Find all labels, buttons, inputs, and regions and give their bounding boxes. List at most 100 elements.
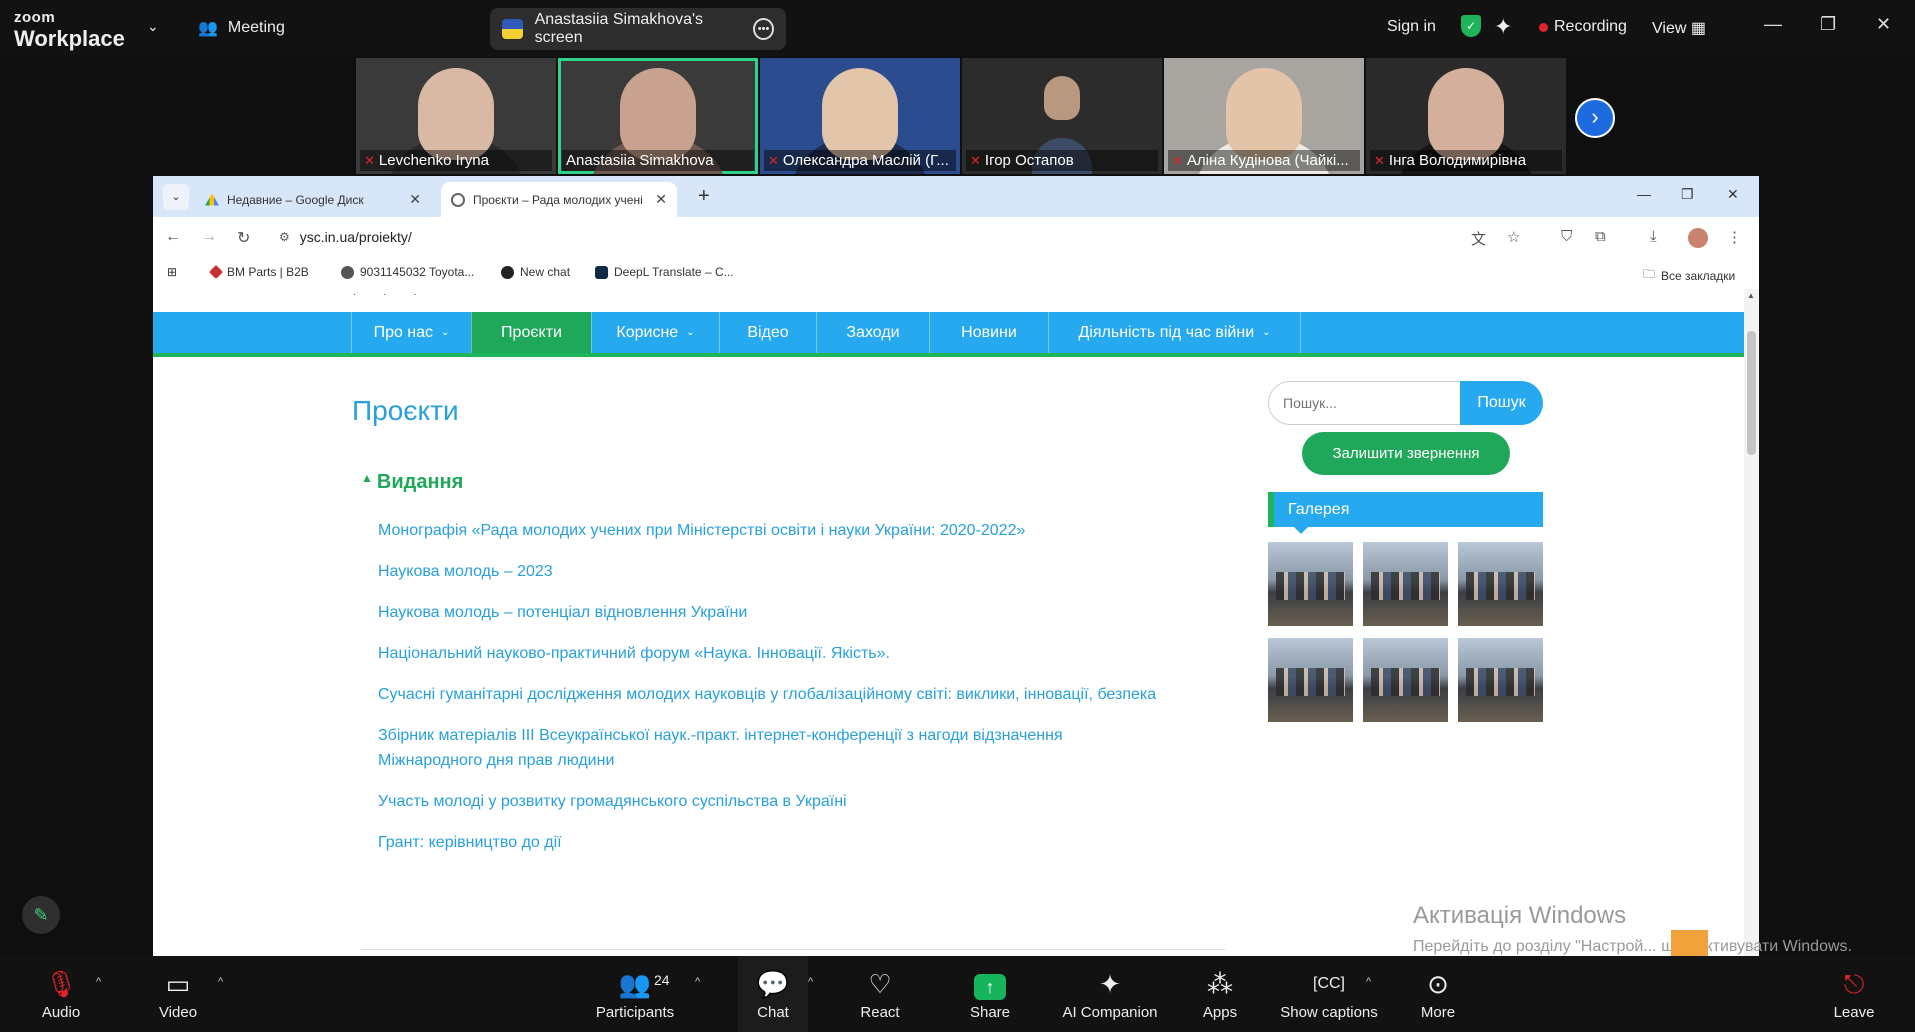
nav-projects[interactable]: Проєкти [471, 312, 591, 353]
participant-tile[interactable]: ✕ Олександра Маслій (Г... [760, 58, 960, 174]
search-button[interactable]: Пошук [1460, 381, 1543, 425]
view-button[interactable]: View ▦ [1652, 18, 1706, 38]
react-button[interactable]: ♡ React [852, 968, 908, 1021]
gallery-photo[interactable] [1363, 542, 1448, 626]
nav-about[interactable]: Про нас ⌄ [351, 312, 471, 353]
list-item[interactable]: Збірник матеріалів ІІІ Всеукраїнської на… [378, 723, 1063, 748]
list-item[interactable]: Монографія «Рада молодих учених при Міні… [378, 518, 1025, 543]
gallery-header: Галерея [1268, 492, 1543, 534]
zoom-toolbar: 🎙 Audio ^ ▭ Video ^ 👥 Participants 24 ^ … [0, 956, 1915, 1032]
close-icon[interactable]: ✕ [1876, 14, 1891, 35]
apps-icon: ⁂ [1207, 969, 1233, 999]
scroll-up-icon[interactable]: ▲ [1747, 291, 1755, 300]
browser-minimize-icon[interactable]: — [1637, 186, 1651, 202]
zoom-top-bar: zoom Workplace ⌄ 👥 Meeting Anastasiia Si… [0, 0, 1915, 56]
apps-button[interactable]: ⁂ Apps [1192, 968, 1248, 1021]
menu-icon[interactable]: ⋮ [1727, 228, 1742, 246]
apps-grid-icon[interactable]: ⊞ [167, 265, 177, 279]
close-tab-icon[interactable]: ✕ [655, 191, 667, 208]
nav-war-activity[interactable]: Діяльність під час війни ⌄ [1048, 312, 1301, 353]
more-button[interactable]: ⊙ More [1410, 968, 1466, 1021]
chevron-down-icon[interactable]: ⌄ [147, 18, 159, 35]
all-bookmarks[interactable]: 🗀 Все закладки [1643, 265, 1735, 286]
more-options-icon[interactable]: ••• [753, 18, 774, 40]
chat-button[interactable]: 💬 Chat [748, 968, 798, 1021]
annotate-pen-icon[interactable]: ✎ [22, 896, 60, 934]
extensions-icon[interactable]: ⧉ [1595, 228, 1606, 245]
bookmark-item[interactable]: BM Parts | B2B [208, 264, 309, 280]
sign-in-button[interactable]: Sign in [1387, 18, 1436, 36]
leave-button[interactable]: ⎋ Leave [1826, 968, 1882, 1021]
extension-shield-icon[interactable]: ⛉ [1561, 228, 1572, 245]
list-item[interactable]: Наукова молодь – 2023 [378, 559, 553, 584]
tab-search-icon[interactable]: ⌄ [163, 184, 189, 210]
tab-projects[interactable]: Проєкти – Рада молодих учені ✕ [441, 182, 677, 217]
list-item[interactable]: Сучасні гуманітарні дослідження молодих … [378, 682, 1156, 707]
bookmark-item[interactable]: DeepL Translate – C... [595, 265, 734, 279]
video-options-caret-icon[interactable]: ^ [218, 976, 223, 988]
tab-google-drive[interactable]: Недавние – Google Диск ✕ [195, 182, 431, 217]
list-item[interactable]: Наукова молодь – потенціал відновлення У… [378, 600, 747, 625]
url-field[interactable]: ⚙ ysc.in.ua/proiekty/ [279, 229, 412, 245]
profile-avatar[interactable] [1688, 228, 1708, 248]
nav-events[interactable]: Заходи [816, 312, 929, 353]
view-label: View [1652, 20, 1687, 37]
contact-button[interactable]: Залишити звернення [1302, 432, 1510, 475]
gallery-photo[interactable] [1268, 542, 1353, 626]
recording-indicator[interactable]: Recording [1539, 18, 1627, 36]
list-item[interactable]: Національний науково-практичний форум «Н… [378, 641, 890, 666]
bookmark-item[interactable]: 9031145032 Toyota... [341, 265, 474, 279]
participant-tile[interactable]: ✕ Інга Володимирівна [1366, 58, 1566, 174]
nav-video[interactable]: Відео [719, 312, 816, 353]
shared-screen-pill[interactable]: Anastasiia Simakhova's screen ••• [490, 8, 786, 50]
participant-name: Аліна Кудінова (Чайкі... [1186, 152, 1349, 169]
security-shield-icon[interactable]: ✓ [1461, 15, 1481, 37]
meeting-menu[interactable]: 👥 Meeting [198, 18, 285, 38]
participant-tile[interactable]: ✕ Аліна Кудінова (Чайкі... [1164, 58, 1364, 174]
leave-door-icon: ⎋ [1843, 969, 1865, 999]
reload-icon[interactable]: ↻ [237, 228, 250, 248]
participant-tile-active-speaker[interactable]: Anastasiia Simakhova [558, 58, 758, 174]
participant-tile[interactable]: ✕ Ігор Остапов [962, 58, 1162, 174]
download-icon[interactable]: ⤓ [1650, 228, 1657, 245]
audio-button[interactable]: 🎙 Audio [36, 968, 86, 1021]
folder-icon: 🗀 [1643, 267, 1656, 281]
browser-restore-icon[interactable]: ❐ [1681, 186, 1694, 203]
close-tab-icon[interactable]: ✕ [409, 191, 421, 208]
search-input[interactable] [1268, 381, 1461, 425]
participants-caret-icon[interactable]: ^ [695, 976, 700, 988]
list-item[interactable]: Грант: керівництво до дії [378, 830, 562, 855]
nav-useful[interactable]: Корисне ⌄ [591, 312, 719, 353]
chat-caret-icon[interactable]: ^ [808, 976, 813, 988]
video-button[interactable]: ▭ Video [150, 968, 206, 1021]
restore-icon[interactable]: ❐ [1820, 14, 1836, 35]
new-tab-icon[interactable]: + [698, 185, 710, 208]
translate-icon[interactable]: 文 [1471, 228, 1486, 249]
ai-sparkle-icon[interactable]: ✦ [1494, 14, 1512, 40]
chat-icon: 💬 [756, 969, 790, 999]
share-button[interactable]: ↑ Share [962, 968, 1018, 1021]
list-item-continued[interactable]: Міжнародного дня прав людини [378, 748, 614, 773]
bookmark-item[interactable]: New chat [501, 265, 570, 279]
minimize-icon[interactable]: — [1764, 14, 1782, 35]
scrollbar-thumb[interactable] [1747, 331, 1756, 455]
back-icon[interactable]: ← [165, 228, 181, 246]
scroll-top-button[interactable] [1671, 930, 1708, 958]
participant-tile[interactable]: ✕ Levchenko Iryna [356, 58, 556, 174]
nav-news[interactable]: Новини [929, 312, 1048, 353]
forward-icon[interactable]: → [201, 228, 217, 246]
bookmark-star-icon[interactable]: ☆ [1507, 228, 1520, 246]
gallery-photo[interactable] [1458, 638, 1543, 722]
list-item[interactable]: Участь молоді у розвитку громадянського … [378, 789, 847, 814]
site-settings-icon[interactable]: ⚙ [279, 230, 290, 244]
captions-caret-icon[interactable]: ^ [1366, 976, 1371, 988]
section-toggle[interactable]: ▲ Видання [361, 471, 463, 494]
ai-companion-button[interactable]: ✦ AI Companion [1060, 968, 1160, 1021]
gallery-next-icon[interactable]: › [1575, 98, 1615, 138]
audio-options-caret-icon[interactable]: ^ [96, 976, 101, 988]
gallery-photo[interactable] [1268, 638, 1353, 722]
gallery-photo[interactable] [1458, 542, 1543, 626]
gallery-photo[interactable] [1363, 638, 1448, 722]
page-scrollbar[interactable]: ▲ [1744, 289, 1759, 956]
browser-close-icon[interactable]: ✕ [1727, 186, 1739, 203]
